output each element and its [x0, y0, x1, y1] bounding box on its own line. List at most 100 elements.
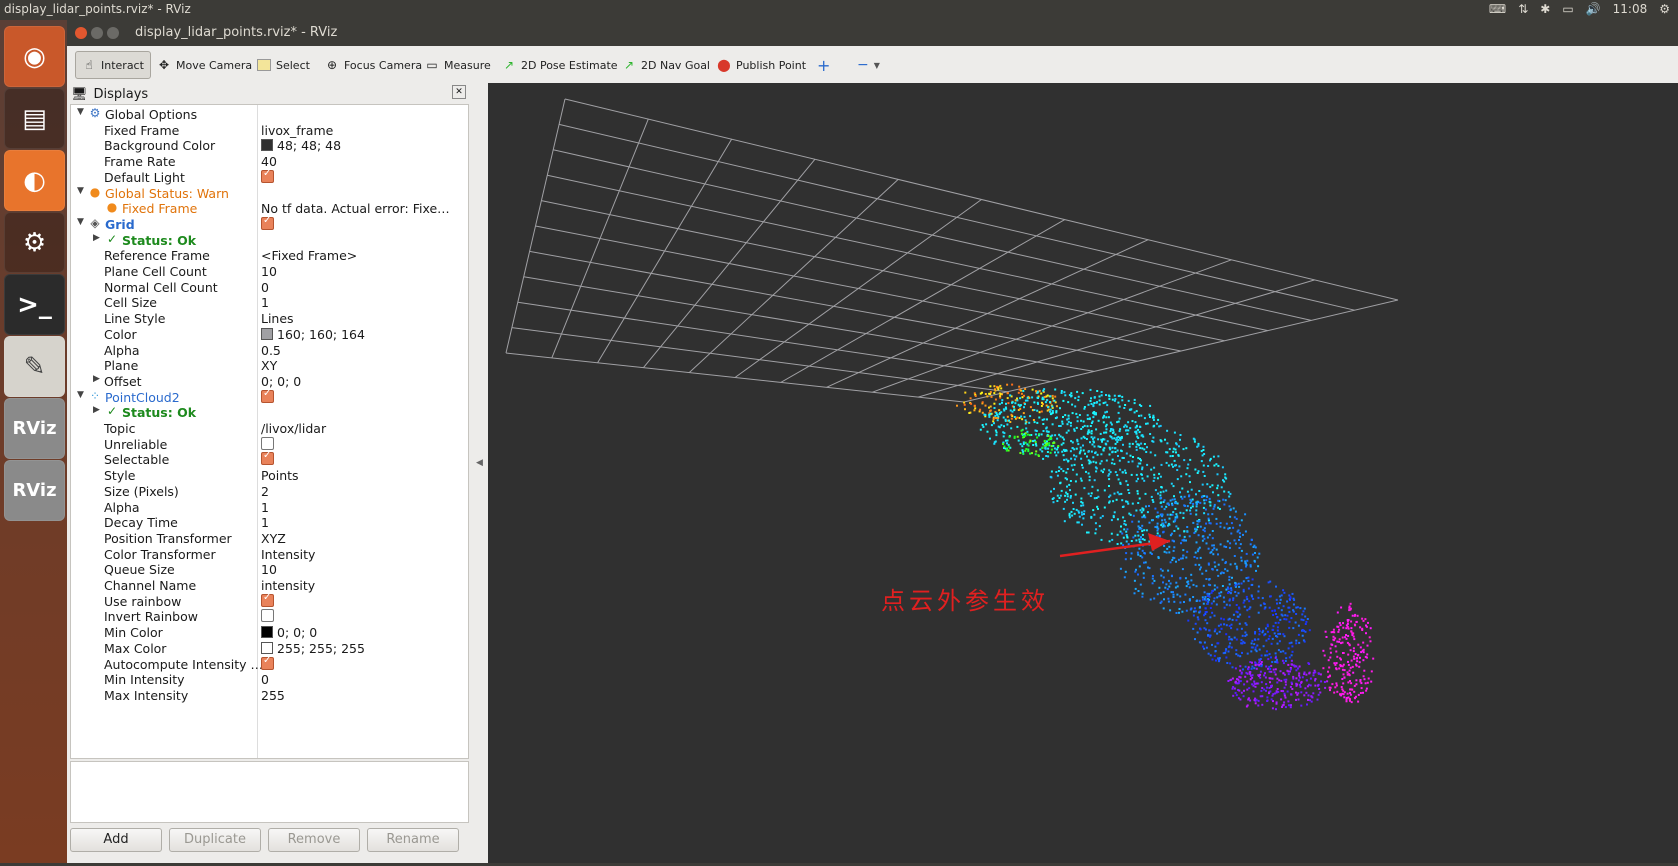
property-value[interactable]: /livox/lidar: [261, 421, 461, 436]
property-value[interactable]: [261, 216, 461, 232]
move-camera-tool[interactable]: ✥ Move Camera: [157, 54, 252, 76]
power-gear-icon[interactable]: ⚙: [1659, 2, 1670, 16]
expand-arrow-icon[interactable]: ▼: [77, 390, 87, 400]
tree-row[interactable]: Position Transformer XYZ: [71, 530, 468, 547]
tree-row[interactable]: Plane Cell Count 10: [71, 263, 468, 280]
checkbox[interactable]: [261, 169, 274, 183]
viewport-canvas[interactable]: [488, 83, 1678, 863]
tree-row[interactable]: Reference Frame <Fixed Frame>: [71, 247, 468, 264]
tree-row[interactable]: Unreliable: [71, 436, 468, 453]
tree-row[interactable]: ▼ ● Global Status: Warn: [71, 185, 468, 202]
tree-row[interactable]: Max Color 255; 255; 255: [71, 640, 468, 657]
close-window-button[interactable]: [75, 27, 87, 39]
tree-row[interactable]: Alpha 1: [71, 499, 468, 516]
tree-row[interactable]: Plane XY: [71, 357, 468, 374]
property-value[interactable]: 160; 160; 164: [261, 327, 461, 342]
tree-row[interactable]: Min Intensity 0: [71, 671, 468, 688]
expand-arrow-icon[interactable]: ▼: [77, 107, 87, 117]
property-value[interactable]: 2: [261, 484, 461, 499]
remove-display-button[interactable]: Remove: [268, 828, 360, 852]
tree-row[interactable]: ▼ ⚙ Global Options: [71, 106, 468, 123]
tree-row[interactable]: Channel Name intensity: [71, 577, 468, 594]
ubuntu-logo-icon[interactable]: ◉: [4, 26, 65, 87]
property-value[interactable]: [261, 389, 461, 405]
duplicate-display-button[interactable]: Duplicate: [169, 828, 261, 852]
tree-row[interactable]: ▶ Offset 0; 0; 0: [71, 373, 468, 390]
nav-goal-tool[interactable]: ↗ 2D Nav Goal: [622, 54, 710, 76]
property-value[interactable]: 0: [261, 672, 461, 687]
add-tool-button[interactable]: +: [817, 54, 830, 76]
tree-row[interactable]: Fixed Frame livox_frame: [71, 122, 468, 139]
property-value[interactable]: 10: [261, 264, 461, 279]
tree-row[interactable]: Alpha 0.5: [71, 342, 468, 359]
3d-viewport[interactable]: 点云外参生效: [488, 83, 1678, 863]
rename-display-button[interactable]: Rename: [367, 828, 459, 852]
property-value[interactable]: 1: [261, 500, 461, 515]
bluetooth-icon[interactable]: ✱: [1540, 2, 1550, 16]
maximize-window-button[interactable]: [107, 27, 119, 39]
property-value[interactable]: [261, 656, 461, 672]
property-value[interactable]: livox_frame: [261, 123, 461, 138]
pose-estimate-tool[interactable]: ↗ 2D Pose Estimate: [502, 54, 618, 76]
tree-row[interactable]: ▶ ✓ Status: Ok: [71, 232, 468, 249]
measure-tool[interactable]: ▭ Measure: [425, 54, 490, 76]
network-icon[interactable]: ⇅: [1518, 2, 1528, 16]
property-value[interactable]: [261, 609, 461, 624]
tree-row[interactable]: Decay Time 1: [71, 514, 468, 531]
property-value[interactable]: 0; 0; 0: [261, 625, 461, 640]
property-value[interactable]: 1: [261, 295, 461, 310]
tree-row[interactable]: Selectable: [71, 451, 468, 468]
collapse-arrow-icon[interactable]: ◀: [476, 458, 483, 468]
tree-row[interactable]: Normal Cell Count 0: [71, 279, 468, 296]
tree-row[interactable]: Default Light: [71, 169, 468, 186]
close-panel-icon[interactable]: ✕: [452, 85, 466, 99]
property-value[interactable]: XYZ: [261, 531, 461, 546]
property-value[interactable]: 10: [261, 562, 461, 577]
checkbox[interactable]: [261, 452, 274, 466]
expand-arrow-icon[interactable]: ▼: [77, 217, 87, 227]
color-swatch[interactable]: [261, 626, 273, 639]
color-swatch[interactable]: [261, 641, 273, 654]
tree-row[interactable]: ● Fixed Frame No tf data. Actual error: Fi…: [71, 200, 468, 217]
property-value[interactable]: [261, 593, 461, 609]
battery-icon[interactable]: ▭: [1562, 2, 1573, 16]
property-value[interactable]: <Fixed Frame>: [261, 248, 461, 263]
checkbox[interactable]: [261, 656, 274, 670]
add-display-button[interactable]: Add: [70, 828, 162, 852]
property-value[interactable]: Points: [261, 468, 461, 483]
tree-row[interactable]: Topic/livox/lidar: [71, 420, 468, 437]
rviz-launcher-2[interactable]: RViz: [4, 460, 65, 521]
property-value[interactable]: 40: [261, 154, 461, 169]
property-value[interactable]: 0; 0; 0: [261, 374, 461, 389]
tree-row[interactable]: ▼ ◈ Grid: [71, 216, 468, 233]
property-value[interactable]: No tf data. Actual error: Fixe…: [261, 201, 461, 216]
checkbox[interactable]: [261, 216, 274, 230]
firefox-icon[interactable]: ◐: [4, 150, 65, 211]
checkbox[interactable]: [261, 389, 274, 403]
property-value[interactable]: [261, 452, 461, 467]
tree-row[interactable]: Frame Rate 40: [71, 153, 468, 170]
property-value[interactable]: intensity: [261, 578, 461, 593]
collapse-arrow-icon[interactable]: ▶: [93, 374, 103, 384]
color-swatch[interactable]: [261, 327, 273, 340]
tree-row[interactable]: Background Color 48; 48; 48: [71, 137, 468, 154]
tree-row[interactable]: Color 160; 160; 164: [71, 326, 468, 343]
focus-camera-tool[interactable]: ⊕ Focus Camera: [325, 54, 422, 76]
collapse-arrow-icon[interactable]: ▶: [93, 405, 103, 415]
collapse-arrow-icon[interactable]: ▶: [93, 233, 103, 243]
files-icon[interactable]: ▤: [4, 88, 65, 149]
tree-row[interactable]: Size (Pixels) 2: [71, 483, 468, 500]
checkbox[interactable]: [261, 436, 274, 450]
settings-icon[interactable]: ⚙: [4, 212, 65, 273]
tree-row[interactable]: Line Style Lines: [71, 310, 468, 327]
remove-tool-button[interactable]: − ▼: [857, 54, 880, 76]
volume-icon[interactable]: 🔊: [1586, 2, 1601, 16]
interact-tool[interactable]: ☝ Interact: [75, 51, 151, 79]
tree-row[interactable]: Autocompute Intensity …: [71, 656, 468, 673]
minimize-window-button[interactable]: [91, 27, 103, 39]
publish-point-tool[interactable]: ⬤ Publish Point: [717, 54, 806, 76]
tree-row[interactable]: Color Transformer Intensity: [71, 546, 468, 563]
terminal-icon[interactable]: >_: [4, 274, 65, 335]
property-value[interactable]: [261, 436, 461, 452]
color-swatch[interactable]: [261, 139, 273, 152]
